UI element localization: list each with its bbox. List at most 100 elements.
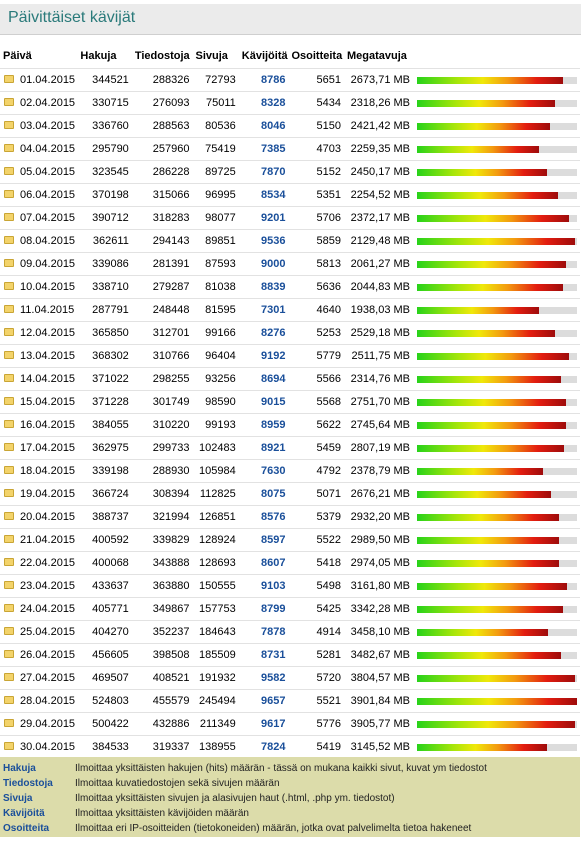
row-date-text: 20.04.2015 <box>20 511 76 523</box>
row-mb: 2372,17 MB <box>343 206 413 230</box>
row-files: 363880 <box>131 574 193 598</box>
row-date: 13.04.2015 <box>0 344 78 368</box>
folder-icon <box>4 581 14 590</box>
legend-text: Ilmoittaa yksittäisten kävijöiden määrän <box>75 808 249 819</box>
folder-icon <box>4 673 14 682</box>
row-date-text: 25.04.2015 <box>20 626 76 638</box>
row-hits: 330715 <box>77 91 132 115</box>
row-mb: 3161,80 MB <box>343 574 413 598</box>
row-sites: 5566 <box>288 367 344 391</box>
row-files: 257960 <box>131 137 193 161</box>
row-mb: 2932,20 MB <box>343 505 413 529</box>
row-hits: 371022 <box>77 367 132 391</box>
row-hits: 405771 <box>77 597 132 621</box>
row-date: 25.04.2015 <box>0 620 78 644</box>
row-pages: 102483 <box>192 436 239 460</box>
row-date: 04.04.2015 <box>0 137 78 161</box>
row-date-text: 24.04.2015 <box>20 603 76 615</box>
row-bar-cell <box>413 367 580 391</box>
row-files: 408521 <box>131 666 193 690</box>
row-bar-cell <box>413 482 580 506</box>
row-pages: 96995 <box>192 183 239 207</box>
folder-icon <box>4 604 14 613</box>
table-row: 27.04.2015 469507 408521 191932 9582 5720 3804… <box>0 666 580 690</box>
row-date-text: 09.04.2015 <box>20 258 76 270</box>
col-header-mb: Megatavuja <box>346 50 407 62</box>
visits-bar <box>417 122 577 130</box>
row-pages: 80536 <box>192 114 239 138</box>
visits-bar <box>417 674 577 682</box>
row-visits: 8799 <box>238 597 289 621</box>
legend-item: Sivuja Ilmoittaa yksittäisten sivujen ja … <box>3 791 487 806</box>
folder-icon <box>4 512 14 521</box>
row-sites: 5521 <box>288 689 344 713</box>
row-pages: 191932 <box>192 666 239 690</box>
folder-icon <box>4 719 14 728</box>
table-header-row: Päivä Hakuja Tiedostoja Sivuja Kävijöitä… <box>0 44 580 69</box>
visits-bar-fill <box>417 674 576 682</box>
row-pages: 185509 <box>192 643 239 667</box>
row-sites: 5522 <box>288 528 344 552</box>
row-files: 352237 <box>131 620 193 644</box>
row-bar-cell <box>413 413 580 437</box>
visits-bar <box>417 605 577 613</box>
row-mb: 3901,84 MB <box>343 689 413 713</box>
row-bar-cell <box>413 436 580 460</box>
row-date-text: 13.04.2015 <box>20 350 76 362</box>
row-mb: 3458,10 MB <box>343 620 413 644</box>
row-sites: 4914 <box>288 620 344 644</box>
row-files: 318283 <box>131 206 193 230</box>
row-date: 15.04.2015 <box>0 390 78 414</box>
row-visits: 7385 <box>238 137 289 161</box>
visits-bar-fill <box>417 260 566 268</box>
row-hits: 323545 <box>77 160 132 184</box>
row-date: 06.04.2015 <box>0 183 78 207</box>
row-hits: 404270 <box>77 620 132 644</box>
row-visits: 8534 <box>238 183 289 207</box>
row-visits: 8046 <box>238 114 289 138</box>
row-hits: 384533 <box>77 735 132 759</box>
row-hits: 388737 <box>77 505 132 529</box>
row-files: 343888 <box>131 551 193 575</box>
row-bar-cell <box>413 68 580 92</box>
folder-icon <box>4 236 14 245</box>
row-pages: 184643 <box>192 620 239 644</box>
visits-bar <box>417 467 577 475</box>
table-row: 19.04.2015 366724 308394 112825 8075 5071 2676… <box>0 482 580 506</box>
row-pages: 128924 <box>192 528 239 552</box>
row-date: 08.04.2015 <box>0 229 78 253</box>
row-pages: 75419 <box>192 137 239 161</box>
row-bar-cell <box>413 183 580 207</box>
row-pages: 138955 <box>192 735 239 759</box>
row-date: 18.04.2015 <box>0 459 78 483</box>
row-pages: 89851 <box>192 229 239 253</box>
row-pages: 99166 <box>192 321 239 345</box>
visits-bar-fill <box>417 329 555 337</box>
legend-key: Kävijöitä <box>3 808 45 819</box>
row-visits: 8075 <box>238 482 289 506</box>
row-bar-cell <box>413 735 580 759</box>
legend-key: Sivuja <box>3 793 33 804</box>
row-mb: 3804,57 MB <box>343 666 413 690</box>
visits-bar-fill <box>417 352 569 360</box>
table-row: 20.04.2015 388737 321994 126851 8576 5379 2932… <box>0 505 580 529</box>
row-sites: 5418 <box>288 551 344 575</box>
row-pages: 98590 <box>192 390 239 414</box>
row-date: 17.04.2015 <box>0 436 78 460</box>
visits-bar-fill <box>417 490 552 498</box>
row-sites: 5720 <box>288 666 344 690</box>
row-sites: 4640 <box>288 298 344 322</box>
visits-bar <box>417 490 577 498</box>
row-files: 315066 <box>131 183 193 207</box>
visits-bar <box>417 720 577 728</box>
row-sites: 5498 <box>288 574 344 598</box>
row-pages: 211349 <box>192 712 239 736</box>
row-mb: 2511,75 MB <box>343 344 413 368</box>
row-hits: 433637 <box>77 574 132 598</box>
legend-item: Osoitteita Ilmoittaa eri IP-osoitteiden (… <box>3 821 487 836</box>
row-visits: 8328 <box>238 91 289 115</box>
folder-icon <box>4 167 14 176</box>
visits-bar-fill <box>417 559 560 567</box>
daily-visitors-table: Päivä Hakuja Tiedostoja Sivuja Kävijöitä… <box>0 44 580 783</box>
row-pages: 89725 <box>192 160 239 184</box>
